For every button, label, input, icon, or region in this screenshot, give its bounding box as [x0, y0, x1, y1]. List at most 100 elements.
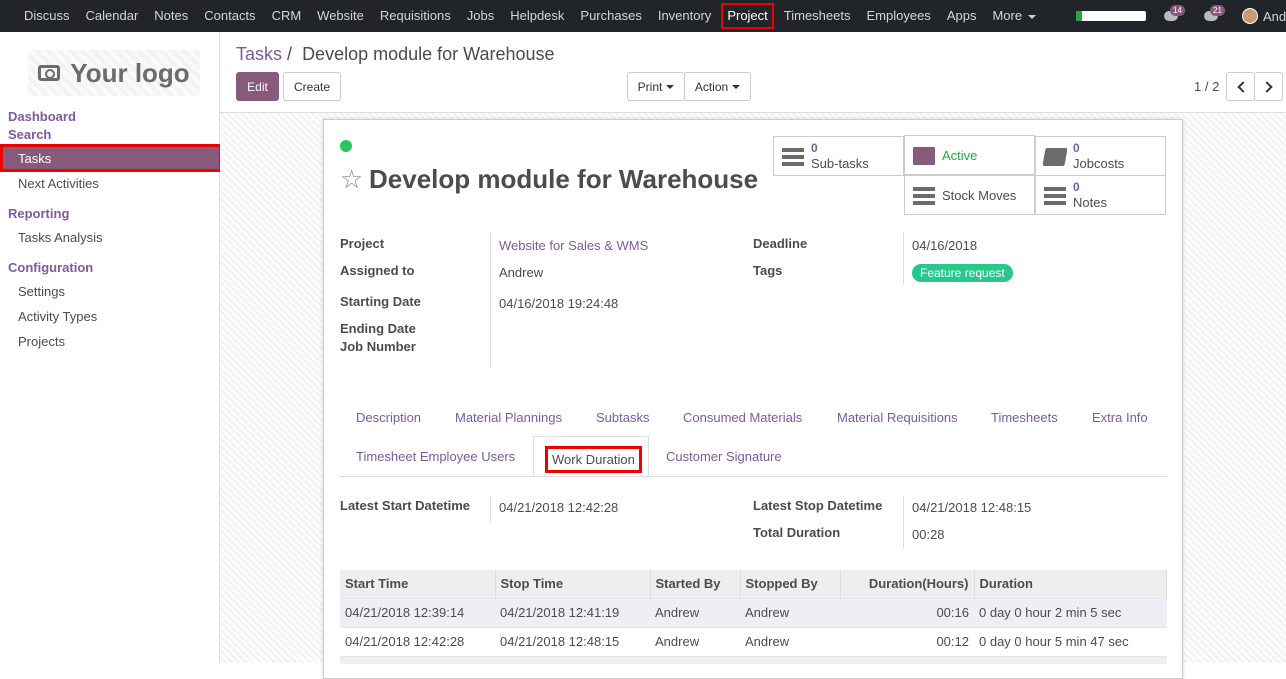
jobcosts-label: Jobcosts	[1073, 156, 1125, 171]
sidebar-item-activity-types[interactable]: Activity Types	[18, 309, 97, 324]
menu-timesheets[interactable]: Timesheets	[776, 0, 859, 32]
kanban-state-dot[interactable]	[340, 140, 352, 152]
sidebar-item-projects[interactable]: Projects	[18, 334, 65, 349]
edit-button[interactable]: Edit	[236, 72, 279, 101]
column-header[interactable]: Stopped By	[740, 570, 841, 598]
menu-jobs[interactable]: Jobs	[459, 0, 502, 32]
menu-requisitions[interactable]: Requisitions	[372, 0, 459, 32]
sidebar-dashboard[interactable]: Dashboard	[8, 109, 76, 124]
menu-crm[interactable]: CRM	[264, 0, 310, 32]
tab-subtasks[interactable]: Subtasks	[596, 410, 649, 425]
menu-contacts[interactable]: Contacts	[196, 0, 263, 32]
sidebar-item-next-activities[interactable]: Next Activities	[18, 176, 99, 191]
activity-icon[interactable]: 14	[1164, 5, 1186, 23]
progress-fill	[1076, 11, 1082, 21]
starting-date-field[interactable]: 04/16/2018 19:24:48	[499, 296, 618, 311]
subtasks-label: Sub-tasks	[811, 156, 869, 171]
menu-project[interactable]: Project	[719, 0, 775, 32]
subtasks-button[interactable]: 0 Sub-tasks	[773, 136, 904, 176]
sidebar-search[interactable]: Search	[8, 127, 51, 142]
table-cell: Andrew	[650, 597, 740, 627]
create-button[interactable]: Create	[283, 72, 341, 101]
table-cell: Andrew	[740, 626, 840, 656]
star-icon[interactable]: ☆	[340, 164, 363, 195]
pager-next[interactable]	[1254, 72, 1283, 101]
menu-apps[interactable]: Apps	[939, 0, 985, 32]
tab-divider	[340, 476, 1167, 477]
latest-start-field: 04/21/2018 12:42:28	[499, 500, 619, 515]
tab-timesheet-employee-users[interactable]: Timesheet Employee Users	[356, 449, 515, 464]
company-logo[interactable]: Your logo	[28, 50, 200, 96]
sidebar-reporting[interactable]: Reporting	[8, 206, 69, 221]
tab-description[interactable]: Description	[356, 410, 421, 425]
message-count: 21	[1210, 5, 1225, 16]
project-field[interactable]: Website for Sales & WMS	[499, 238, 648, 253]
column-header[interactable]: Stop Time	[495, 570, 651, 598]
table-row[interactable]: 04/21/2018 12:39:14 04/21/2018 12:41:19 …	[340, 597, 1167, 627]
work-duration-table: Start Time Stop Time Started By Stopped …	[340, 570, 1167, 664]
chevron-down-icon	[732, 84, 741, 89]
sidebar-item-tasks-analysis[interactable]: Tasks Analysis	[18, 230, 103, 245]
menu-helpdesk[interactable]: Helpdesk	[502, 0, 572, 32]
action-button[interactable]: Action	[684, 72, 751, 101]
notes-button[interactable]: 0 Notes	[1035, 175, 1166, 215]
onboarding-progress[interactable]	[1076, 11, 1146, 21]
messages-icon[interactable]: 21	[1204, 5, 1226, 23]
tab-material-requisitions[interactable]: Material Requisitions	[837, 410, 958, 425]
menu-website[interactable]: Website	[309, 0, 372, 32]
menu-discuss[interactable]: Discuss	[16, 0, 78, 32]
stock-moves-button[interactable]: Stock Moves	[904, 175, 1035, 215]
print-button[interactable]: Print	[627, 72, 685, 101]
field-divider	[490, 232, 491, 368]
column-header[interactable]: Start Time	[340, 570, 496, 598]
field-divider	[903, 232, 904, 284]
latest-stop-label: Latest Stop Datetime	[753, 498, 883, 513]
column-header[interactable]: Duration(Hours)	[840, 570, 975, 598]
jobcosts-button[interactable]: 0 Jobcosts	[1035, 136, 1166, 176]
active-label: Active	[942, 148, 978, 163]
table-cell: 04/21/2018 12:39:14	[340, 597, 495, 627]
table-cell: Andrew	[650, 626, 740, 656]
deadline-field[interactable]: 04/16/2018	[912, 238, 977, 253]
avatar[interactable]	[1242, 8, 1258, 24]
breadcrumb-tasks[interactable]: Tasks	[236, 44, 282, 64]
chevron-right-icon	[1260, 80, 1273, 93]
archive-icon	[913, 147, 935, 165]
main-content: Tasks / Develop module for Warehouse Edi…	[220, 32, 1286, 679]
menu-purchases[interactable]: Purchases	[572, 0, 649, 32]
menu-calendar[interactable]: Calendar	[78, 0, 147, 32]
pager-value[interactable]: 1 / 2	[1194, 79, 1219, 94]
logo-text: Your logo	[70, 57, 190, 88]
notes-count: 0	[1073, 180, 1080, 194]
pager-previous[interactable]	[1226, 72, 1255, 101]
tab-timesheets[interactable]: Timesheets	[991, 410, 1058, 425]
menu-inventory[interactable]: Inventory	[650, 0, 719, 32]
print-label: Print	[637, 79, 663, 94]
latest-stop-field: 04/21/2018 12:48:15	[912, 500, 1032, 515]
active-toggle-button[interactable]: Active	[904, 135, 1035, 175]
tab-extra-info[interactable]: Extra Info	[1092, 410, 1148, 425]
tag-badge[interactable]: Feature request	[912, 264, 1013, 282]
sidebar-item-label: Tasks	[18, 151, 52, 166]
menu-more-label: More	[992, 8, 1023, 23]
menu-more[interactable]: More	[984, 0, 1044, 32]
tab-work-duration[interactable]: Work Duration	[533, 436, 649, 477]
tab-customer-signature[interactable]: Customer Signature	[666, 449, 782, 464]
table-cell: 04/21/2018 12:42:28	[340, 626, 495, 656]
table-header-row: Start Time Stop Time Started By Stopped …	[340, 570, 1167, 598]
form-sheet: ☆ Develop module for Warehouse 0 Sub-tas…	[323, 119, 1183, 679]
sidebar-item-settings[interactable]: Settings	[18, 284, 65, 299]
sidebar-item-tasks[interactable]: Tasks	[0, 144, 222, 172]
tab-material-plannings[interactable]: Material Plannings	[455, 410, 562, 425]
assigned-field[interactable]: Andrew	[499, 265, 543, 280]
menu-employees[interactable]: Employees	[859, 0, 939, 32]
table-row[interactable]: 04/21/2018 12:42:28 04/21/2018 12:48:15 …	[340, 626, 1167, 656]
tab-consumed-materials[interactable]: Consumed Materials	[683, 410, 802, 425]
user-menu[interactable]: Andrew	[1263, 9, 1286, 24]
sidebar-configuration[interactable]: Configuration	[8, 260, 93, 275]
action-label: Action	[694, 79, 729, 94]
systray: 14 21 Andrew	[1076, 0, 1286, 32]
column-header[interactable]: Started By	[650, 570, 741, 598]
menu-notes[interactable]: Notes	[146, 0, 196, 32]
column-header[interactable]: Duration	[974, 570, 1167, 598]
